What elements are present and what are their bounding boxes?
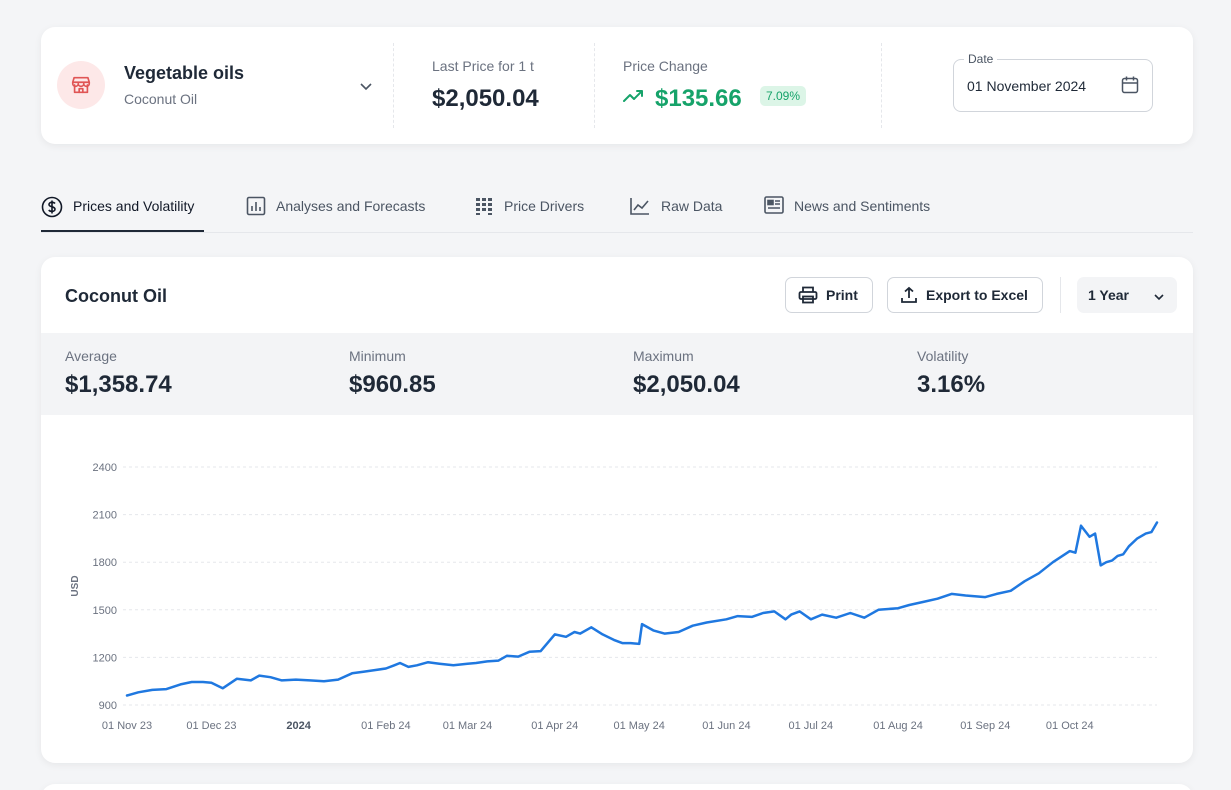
x-tick-label: 01 Oct 24 bbox=[1046, 720, 1094, 732]
y-tick-label: 2100 bbox=[93, 510, 117, 522]
tab-label: Analyses and Forecasts bbox=[276, 198, 426, 214]
x-tick-label: 01 Jun 24 bbox=[702, 720, 750, 732]
trending-up-icon bbox=[623, 89, 645, 108]
divider bbox=[1060, 277, 1061, 313]
y-axis-title: USD bbox=[70, 575, 81, 596]
x-tick-label: 01 Jul 24 bbox=[789, 720, 834, 732]
average-value: $1,358.74 bbox=[65, 371, 172, 398]
price-change-percent-badge: 7.09% bbox=[760, 86, 807, 106]
printer-icon bbox=[798, 286, 818, 304]
average-label: Average bbox=[65, 348, 117, 364]
x-tick-label: 2024 bbox=[286, 720, 311, 732]
dollar-circle-icon bbox=[41, 196, 63, 221]
x-tick-label: 01 Dec 23 bbox=[186, 720, 236, 732]
chevron-down-icon bbox=[1153, 289, 1165, 305]
last-price-value: $2,050.04 bbox=[432, 85, 539, 112]
x-tick-label: 01 Feb 24 bbox=[361, 720, 411, 732]
print-label: Print bbox=[826, 287, 858, 303]
store-icon bbox=[57, 61, 105, 109]
price-change-label: Price Change bbox=[623, 58, 708, 74]
x-tick-label: 01 Apr 24 bbox=[531, 720, 578, 732]
price-series-line bbox=[125, 521, 1159, 697]
y-tick-label: 2400 bbox=[93, 462, 117, 474]
commodity-product: Coconut Oil bbox=[124, 91, 198, 107]
time-range-select[interactable]: 1 Year bbox=[1077, 277, 1177, 313]
upload-icon bbox=[901, 286, 917, 303]
commodity-category: Vegetable oils bbox=[124, 63, 245, 83]
stats-bar: Average $1,358.74 Minimum $960.85 Maximu… bbox=[41, 333, 1193, 415]
time-range-value: 1 Year bbox=[1088, 287, 1130, 303]
x-tick-label: 01 Mar 24 bbox=[443, 720, 493, 732]
newspaper-icon bbox=[764, 196, 784, 217]
last-price-label: Last Price for 1 t bbox=[432, 58, 534, 74]
tab-label: Prices and Volatility bbox=[73, 198, 195, 214]
y-tick-label: 1500 bbox=[93, 605, 117, 617]
tab-label: Raw Data bbox=[661, 198, 723, 214]
export-label: Export to Excel bbox=[926, 287, 1028, 303]
calendar-icon[interactable] bbox=[1120, 75, 1140, 100]
print-button[interactable]: Print bbox=[785, 277, 873, 313]
tab-label: Price Drivers bbox=[504, 198, 585, 214]
tab-raw-data[interactable]: Raw Data bbox=[629, 186, 722, 232]
maximum-label: Maximum bbox=[633, 348, 694, 364]
maximum-value: $2,050.04 bbox=[633, 371, 740, 398]
date-label: Date bbox=[964, 52, 998, 66]
panel-title: Coconut Oil bbox=[65, 286, 167, 306]
divider bbox=[594, 43, 595, 128]
tab-label: News and Sentiments bbox=[794, 198, 931, 214]
y-tick-label: 1200 bbox=[93, 652, 117, 664]
y-tick-label: 900 bbox=[99, 700, 117, 712]
tab-analyses-and-forecasts[interactable]: Analyses and Forecasts bbox=[246, 186, 425, 232]
chevron-down-icon[interactable] bbox=[356, 77, 376, 95]
volatility-label: Volatility bbox=[917, 348, 969, 364]
y-tick-label: 1800 bbox=[93, 557, 117, 569]
minimum-label: Minimum bbox=[349, 348, 406, 364]
divider bbox=[393, 43, 394, 128]
tab-bar: Prices and Volatility Analyses and Forec… bbox=[41, 186, 1193, 233]
commodity-header-card: Vegetable oils Coconut Oil Last Price fo… bbox=[41, 27, 1193, 144]
price-line-chart: 900 1200 1500 1800 2100 2400 01 Nov 23 01 Dec 2… bbox=[70, 462, 1159, 732]
minimum-value: $960.85 bbox=[349, 371, 436, 398]
x-tick-label: 01 Aug 24 bbox=[873, 720, 923, 732]
price-change-value: $135.66 bbox=[655, 85, 742, 112]
price-panel: Coconut Oil Print Export to Excel 1 Year… bbox=[41, 257, 1193, 763]
date-value: 01 November 2024 bbox=[967, 78, 1087, 94]
tab-prices-and-volatility[interactable]: Prices and Volatility bbox=[41, 186, 204, 232]
next-card bbox=[41, 784, 1193, 790]
trend-chart-icon bbox=[629, 196, 651, 219]
tab-price-drivers[interactable]: Price Drivers bbox=[474, 186, 584, 232]
x-tick-label: 01 May 24 bbox=[613, 720, 664, 732]
volatility-value: 3.16% bbox=[917, 371, 986, 398]
export-to-excel-button[interactable]: Export to Excel bbox=[887, 277, 1043, 313]
tab-news-and-sentiments[interactable]: News and Sentiments bbox=[764, 186, 930, 232]
x-tick-label: 01 Nov 23 bbox=[102, 720, 152, 732]
x-tick-label: 01 Sep 24 bbox=[960, 720, 1010, 732]
date-picker[interactable]: Date 01 November 2024 bbox=[953, 52, 1153, 112]
divider bbox=[881, 43, 882, 128]
bar-chart-icon bbox=[246, 196, 266, 219]
grid-bars-icon bbox=[474, 196, 494, 219]
